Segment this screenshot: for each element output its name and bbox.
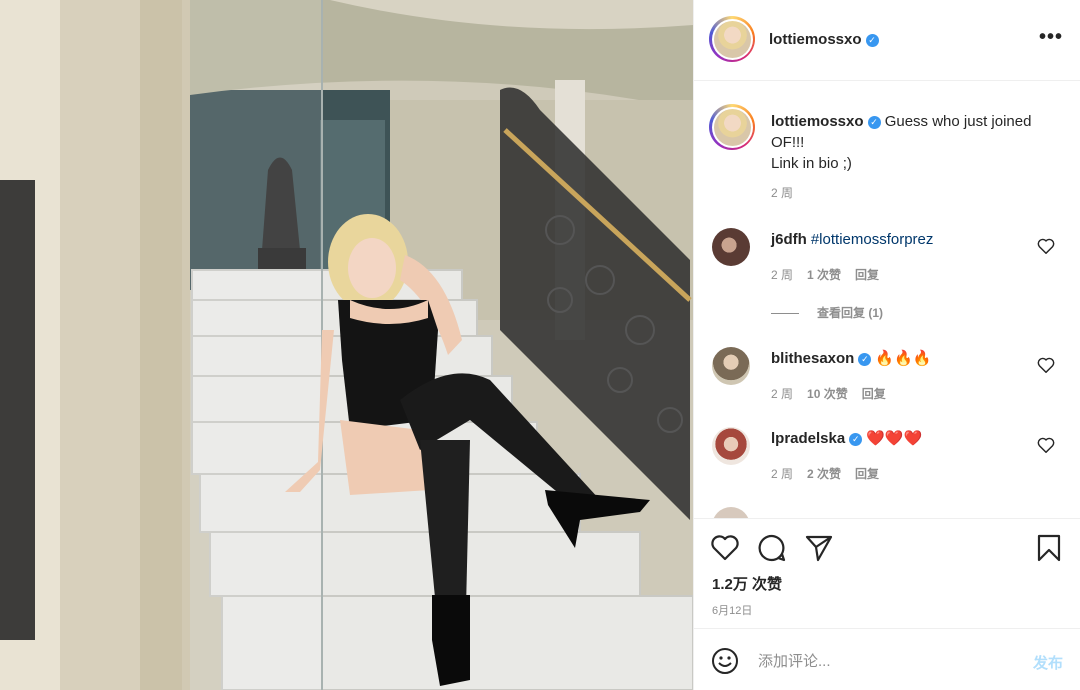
commenter-username[interactable]: j6dfh bbox=[771, 231, 807, 248]
heart-icon[interactable] bbox=[710, 533, 740, 563]
author-username[interactable]: lottiemossxo bbox=[769, 31, 862, 48]
commenter-avatar[interactable] bbox=[712, 228, 750, 266]
comment-time[interactable]: 2 周 bbox=[771, 268, 793, 282]
post-comment-button[interactable]: 发布 bbox=[1033, 652, 1063, 673]
share-icon[interactable] bbox=[804, 533, 834, 563]
comment-time[interactable]: 2 周 bbox=[771, 467, 793, 481]
caption-time[interactable]: 2 周 bbox=[771, 184, 793, 201]
post-photo[interactable] bbox=[0, 0, 693, 690]
likes-count[interactable]: 1.2万 次赞 bbox=[712, 573, 782, 594]
emoji-icon[interactable] bbox=[710, 646, 740, 676]
verified-icon: ✓ bbox=[858, 353, 872, 366]
commenter-avatar[interactable] bbox=[712, 427, 750, 465]
more-options-button[interactable]: ••• bbox=[1039, 26, 1063, 49]
view-replies-button[interactable]: 查看回复 (1) bbox=[771, 304, 883, 321]
comment-likes[interactable]: 10 次赞 bbox=[807, 387, 848, 401]
author-username-block[interactable]: lottiemossxo ✓ bbox=[769, 31, 879, 48]
heart-icon[interactable] bbox=[1037, 437, 1055, 453]
post-header: lottiemossxo ✓ ••• bbox=[694, 0, 1080, 81]
reply-button[interactable]: 回复 bbox=[862, 387, 886, 401]
heart-icon[interactable] bbox=[1037, 238, 1055, 254]
bookmark-icon[interactable] bbox=[1034, 533, 1064, 563]
comments-section[interactable]: lottiemossxo ✓ Guess who just joined OF!!… bbox=[694, 82, 1080, 518]
comment-item-partial bbox=[709, 507, 1069, 518]
reply-button[interactable]: 回复 bbox=[855, 467, 879, 481]
add-comment-bar: 发布 bbox=[694, 628, 1080, 690]
comment-hashtag-link[interactable]: #lottiemossforprez bbox=[811, 231, 934, 248]
comment-item: blithesaxon ✓ 🔥🔥🔥 2 周 10 次赞 回复 bbox=[709, 347, 1069, 417]
comment-line: lpradelska ✓ ❤️❤️❤️ bbox=[771, 429, 1031, 449]
verified-icon: ✓ bbox=[849, 433, 863, 446]
verified-icon: ✓ bbox=[865, 34, 879, 47]
reply-button[interactable]: 回复 bbox=[855, 268, 879, 282]
comment-line: j6dfh #lottiemossforprez bbox=[771, 230, 1031, 250]
author-avatar[interactable] bbox=[709, 16, 755, 62]
commenter-avatar[interactable] bbox=[712, 507, 750, 518]
action-bar: 1.2万 次赞 6月12日 bbox=[694, 518, 1080, 628]
comment-likes[interactable]: 2 次赞 bbox=[807, 467, 841, 481]
caption-avatar[interactable] bbox=[709, 104, 755, 150]
view-replies-label[interactable]: 查看回复 (1) bbox=[817, 306, 883, 320]
photo-illustration bbox=[0, 0, 693, 690]
commenter-username[interactable]: blithesaxon bbox=[771, 350, 854, 367]
comment-input[interactable] bbox=[758, 647, 1008, 675]
comment-text: 🔥🔥🔥 bbox=[875, 350, 932, 367]
comment-likes[interactable]: 1 次赞 bbox=[807, 268, 841, 282]
more-icon[interactable]: ••• bbox=[1039, 26, 1063, 48]
caption-username[interactable]: lottiemossxo bbox=[771, 113, 864, 130]
comment-meta: 2 周 2 次赞 回复 bbox=[771, 465, 893, 482]
comment-meta: 2 周 10 次赞 回复 bbox=[771, 385, 900, 402]
replies-divider bbox=[771, 313, 799, 315]
heart-icon[interactable] bbox=[1037, 357, 1055, 373]
comment-meta: 2 周 1 次赞 回复 bbox=[771, 266, 893, 283]
comment-item: lpradelska ✓ ❤️❤️❤️ 2 周 2 次赞 回复 bbox=[709, 427, 1069, 497]
verified-icon: ✓ bbox=[867, 116, 881, 129]
caption-text-block: lottiemossxo ✓ Guess who just joined OF!!… bbox=[771, 111, 1061, 174]
comment-icon[interactable] bbox=[757, 533, 787, 563]
comment-item: j6dfh #lottiemossforprez 2 周 1 次赞 回复 bbox=[709, 228, 1069, 298]
comment-line: blithesaxon ✓ 🔥🔥🔥 bbox=[771, 349, 1031, 369]
comment-time[interactable]: 2 周 bbox=[771, 387, 793, 401]
comment-text: ❤️❤️❤️ bbox=[866, 430, 923, 447]
commenter-avatar[interactable] bbox=[712, 347, 750, 385]
post-date[interactable]: 6月12日 bbox=[712, 602, 752, 618]
commenter-username[interactable]: lpradelska bbox=[771, 430, 845, 447]
post-details-panel: lottiemossxo ✓ ••• lottiemossxo ✓ Guess wh… bbox=[693, 0, 1080, 690]
